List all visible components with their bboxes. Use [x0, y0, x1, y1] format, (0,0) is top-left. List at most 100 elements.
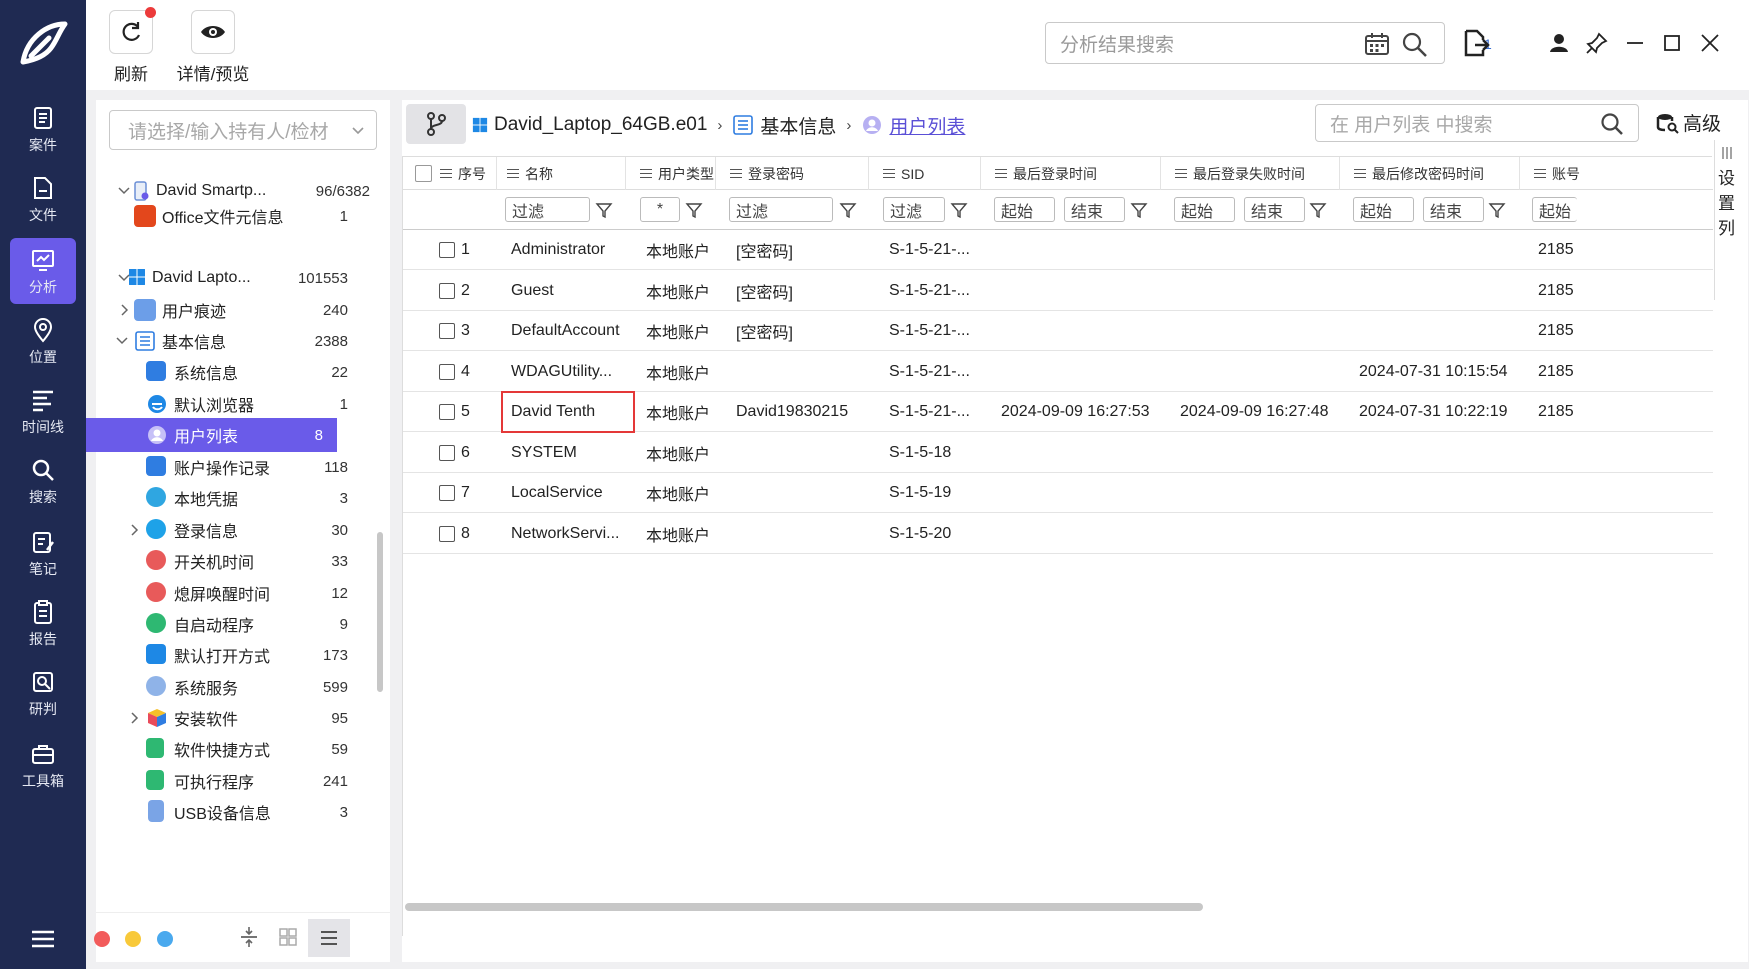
yellow-dot-filter[interactable] — [125, 931, 141, 947]
chevron-right-icon[interactable] — [126, 710, 142, 726]
password-filter-input[interactable]: 过滤 — [729, 197, 833, 222]
pin-icon[interactable] — [1584, 30, 1610, 56]
tree-item-local-credentials[interactable]: 本地凭据 3 — [96, 481, 376, 515]
account-start-input[interactable]: 起始 — [1532, 197, 1577, 222]
column-menu-icon[interactable] — [1534, 169, 1546, 178]
table-search-input[interactable]: 在 用户列表 中搜索 — [1315, 104, 1639, 142]
col-header-last-pwd[interactable]: 最后修改密码时间 — [1340, 157, 1520, 190]
filter-icon[interactable] — [1130, 201, 1148, 219]
row-checkbox[interactable] — [439, 323, 455, 339]
grid-view-icon[interactable] — [278, 927, 298, 947]
rail-note-button[interactable]: 笔记 — [10, 520, 76, 586]
search-icon[interactable] — [1402, 32, 1428, 58]
tree-scrollbar[interactable] — [377, 532, 383, 692]
collapse-icon[interactable] — [238, 925, 260, 949]
sid-filter-input[interactable]: 过滤 — [883, 197, 945, 222]
rail-judge-button[interactable]: 研判 — [10, 660, 76, 726]
tree-item-autostart[interactable]: 自启动程序 9 — [96, 607, 376, 641]
filter-icon[interactable] — [950, 201, 968, 219]
tree-item-sleep-wake[interactable]: 熄屏唤醒时间 12 — [96, 576, 376, 610]
column-menu-icon[interactable] — [440, 169, 452, 178]
col-header-no[interactable]: 序号 — [403, 157, 497, 190]
col-header-account[interactable]: 账号 — [1520, 157, 1580, 190]
column-menu-icon[interactable] — [640, 169, 652, 178]
col-header-type[interactable]: 用户类型 — [626, 157, 716, 190]
list-view-button[interactable] — [308, 919, 350, 957]
tree-item-default-browser[interactable]: 默认浏览器 1 — [96, 387, 376, 421]
name-filter-input[interactable]: 过滤 — [505, 197, 590, 222]
tree-item-login-info[interactable]: 登录信息 30 — [96, 513, 376, 547]
maximize-icon[interactable] — [1659, 30, 1685, 56]
row-checkbox[interactable] — [439, 282, 455, 299]
row-checkbox[interactable] — [439, 242, 455, 258]
tree-item-power-times[interactable]: 开关机时间 33 — [96, 544, 376, 578]
close-icon[interactable] — [1697, 30, 1723, 56]
tree-item-usb-devices[interactable]: USB设备信息 3 — [96, 795, 376, 829]
table-row[interactable]: 5 David Tenth 本地账户 David19830215 S-1-5-21-..… — [403, 391, 1713, 433]
user-icon[interactable] — [1546, 30, 1572, 56]
breadcrumb-current[interactable]: 用户列表 — [889, 112, 965, 139]
table-horizontal-scrollbar[interactable] — [405, 903, 1203, 911]
red-dot-filter[interactable] — [94, 931, 110, 947]
last-fail-end-input[interactable]: 结束 — [1244, 197, 1305, 222]
search-icon[interactable] — [1600, 112, 1624, 136]
tree-item-user-traces[interactable]: 用户痕迹 240 — [96, 293, 376, 327]
filter-icon[interactable] — [1309, 201, 1327, 219]
col-header-name[interactable]: 名称 — [497, 157, 626, 190]
last-login-start-input[interactable]: 起始 — [994, 197, 1055, 222]
last-pwd-start-input[interactable]: 起始 — [1353, 197, 1414, 222]
tree-item-laptop[interactable]: David Lapto... 101553 — [96, 261, 376, 295]
rail-case-button[interactable]: 案件 — [10, 96, 76, 162]
table-row[interactable]: 4 WDAGUtility... 本地账户 S-1-5-21-... 2024-07-3… — [403, 352, 1713, 392]
row-checkbox[interactable] — [439, 485, 455, 501]
table-row[interactable]: 6 SYSTEM 本地账户 S-1-5-18 — [403, 433, 1713, 473]
column-settings-button[interactable]: 设 置 列 — [1714, 140, 1738, 300]
filter-icon[interactable] — [1488, 201, 1506, 219]
column-menu-icon[interactable] — [1354, 169, 1366, 178]
tree-item-office-meta[interactable]: Office文件元信息 1 — [96, 198, 376, 234]
rail-analysis-button[interactable]: 分析 — [10, 238, 76, 304]
rail-timeline-button[interactable]: 时间线 — [10, 378, 76, 444]
chevron-down-icon[interactable] — [114, 333, 130, 349]
tree-item-basic-info[interactable]: 基本信息 2388 — [96, 324, 376, 358]
table-row[interactable]: 7 LocalService 本地账户 S-1-5-19 — [403, 473, 1713, 513]
row-checkbox[interactable] — [439, 525, 455, 542]
rail-search-button[interactable]: 搜索 — [10, 448, 76, 514]
hamburger-menu-icon[interactable] — [30, 928, 56, 950]
analysis-search-input[interactable]: 分析结果搜索 — [1045, 22, 1445, 64]
col-header-password[interactable]: 登录密码 — [716, 157, 869, 190]
row-checkbox[interactable] — [439, 404, 455, 420]
column-menu-icon[interactable] — [995, 169, 1007, 178]
table-row[interactable]: 3 DefaultAccount 本地账户 [空密码] S-1-5-21-... 2185 — [403, 311, 1713, 351]
calendar-icon[interactable] — [1364, 32, 1390, 56]
column-menu-icon[interactable] — [1175, 169, 1187, 178]
advanced-search-button[interactable]: 高级 — [1655, 109, 1721, 136]
rail-toolbox-button[interactable]: 工具箱 — [10, 732, 76, 798]
table-row[interactable]: 8 NetworkServi... 本地账户 S-1-5-20 — [403, 514, 1713, 554]
col-header-last-fail[interactable]: 最后登录失败时间 — [1161, 157, 1340, 190]
blue-dot-filter[interactable] — [157, 931, 173, 947]
tree-item-shortcuts[interactable]: 软件快捷方式 59 — [96, 732, 376, 766]
filter-icon[interactable] — [685, 201, 703, 219]
type-filter-select[interactable]: * — [640, 197, 680, 222]
filter-icon[interactable] — [595, 201, 613, 219]
column-menu-icon[interactable] — [730, 169, 742, 178]
column-menu-icon[interactable] — [507, 169, 519, 178]
tree-item-system-info[interactable]: 系统信息 22 — [96, 355, 376, 389]
rail-file-button[interactable]: 文件 — [10, 166, 76, 232]
rail-report-button[interactable]: 报告 — [10, 590, 76, 656]
last-login-end-input[interactable]: 结束 — [1064, 197, 1125, 222]
last-fail-start-input[interactable]: 起始 — [1174, 197, 1235, 222]
chevron-right-icon[interactable] — [116, 302, 132, 318]
row-checkbox[interactable] — [439, 444, 455, 461]
table-row[interactable]: 1 Administrator 本地账户 [空密码] S-1-5-21-... 2185 — [403, 230, 1713, 270]
export-file-icon[interactable] — [1462, 28, 1490, 58]
refresh-button[interactable]: 刷新 — [96, 7, 166, 85]
column-menu-icon[interactable] — [883, 169, 895, 178]
col-header-last-login[interactable]: 最后登录时间 — [981, 157, 1161, 190]
breadcrumb-device[interactable]: David_Laptop_64GB.e01 — [494, 114, 707, 136]
chevron-right-icon[interactable] — [126, 522, 142, 538]
breadcrumb-category[interactable]: 基本信息 — [760, 112, 836, 139]
row-checkbox[interactable] — [439, 363, 455, 380]
tree-item-user-list[interactable]: 用户列表 8 — [86, 418, 337, 452]
